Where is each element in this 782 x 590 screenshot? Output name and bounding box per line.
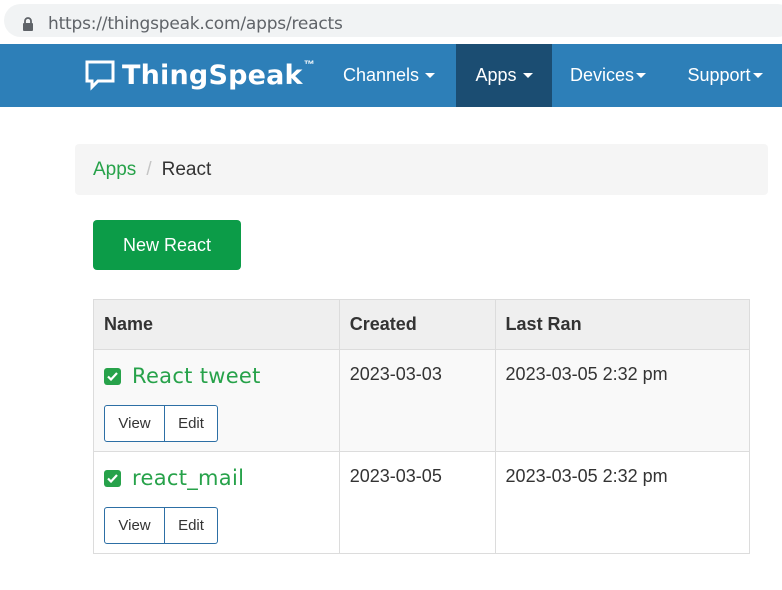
table-header-row: Name Created Last Ran	[93, 299, 751, 350]
nav-channels-label: Channels	[342, 65, 420, 85]
url-text: https://thingspeak.com/apps/reacts	[48, 14, 343, 34]
url-path: /apps/reacts	[240, 14, 343, 34]
nav-apps[interactable]: Apps	[456, 44, 552, 107]
caret-down-icon	[752, 73, 763, 78]
header-created: Created	[338, 299, 496, 350]
checkbox-checked-icon	[104, 469, 121, 487]
name-cell: React tweet View Edit	[93, 349, 340, 452]
nav-devices[interactable]: Devices	[558, 44, 658, 107]
browser-address-bar: https://thingspeak.com/apps/reacts	[0, 0, 782, 42]
created-cell: 2023-03-05	[338, 451, 496, 554]
table-row: React tweet View Edit 2023-03-03 2023-03…	[93, 349, 751, 452]
reacts-table: Name Created Last Ran React tweet View E…	[93, 299, 751, 554]
name-cell: react_mail View Edit	[93, 451, 340, 554]
url-field[interactable]: https://thingspeak.com/apps/reacts	[4, 4, 782, 37]
caret-down-icon	[522, 73, 533, 78]
header-last-ran: Last Ran	[494, 299, 751, 350]
table-row: react_mail View Edit 2023-03-05 2023-03-…	[93, 451, 751, 554]
last-ran-cell: 2023-03-05 2:32 pm	[494, 451, 751, 554]
header-name: Name	[93, 299, 340, 350]
created-value: 2023-03-03	[349, 364, 442, 384]
last-ran-value: 2023-03-05 2:32 pm	[505, 364, 668, 384]
new-react-button[interactable]: New React	[93, 220, 241, 270]
nav-support-label: Support	[687, 65, 751, 85]
speech-bubble-icon	[85, 60, 115, 91]
nav-apps-label: Apps	[475, 65, 517, 85]
breadcrumb-separator: /	[146, 158, 152, 180]
nav-support[interactable]: Support	[670, 44, 780, 107]
url-domain: https://thingspeak.com	[48, 14, 241, 34]
edit-button[interactable]: Edit	[165, 405, 218, 442]
lock-icon	[23, 17, 33, 31]
caret-down-icon	[636, 73, 647, 78]
caret-down-icon	[425, 73, 436, 78]
view-button[interactable]: View	[104, 405, 165, 442]
brand-logo[interactable]: ThingSpeak ™	[84, 57, 315, 93]
created-value: 2023-03-05	[349, 466, 442, 486]
view-button[interactable]: View	[104, 507, 165, 544]
last-ran-cell: 2023-03-05 2:32 pm	[494, 349, 751, 452]
edit-button[interactable]: Edit	[165, 507, 218, 544]
nav-devices-label: Devices	[569, 65, 635, 85]
react-name-link[interactable]: React tweet	[132, 364, 261, 388]
nav-channels[interactable]: Channels	[330, 44, 448, 107]
row-actions: View Edit	[104, 405, 329, 442]
brand-name: ThingSpeak	[122, 59, 303, 91]
react-name-link[interactable]: react_mail	[132, 466, 244, 490]
breadcrumb-apps-link[interactable]: Apps	[93, 159, 136, 181]
created-cell: 2023-03-03	[338, 349, 496, 452]
last-ran-value: 2023-03-05 2:32 pm	[505, 466, 668, 486]
checkbox-checked-icon	[104, 367, 121, 385]
breadcrumb: Apps / React	[75, 144, 768, 195]
top-navbar: ThingSpeak ™ Channels Apps Devices Suppo…	[0, 44, 782, 107]
breadcrumb-current: React	[161, 158, 212, 180]
row-actions: View Edit	[104, 507, 329, 544]
brand-trademark: ™	[303, 59, 315, 71]
